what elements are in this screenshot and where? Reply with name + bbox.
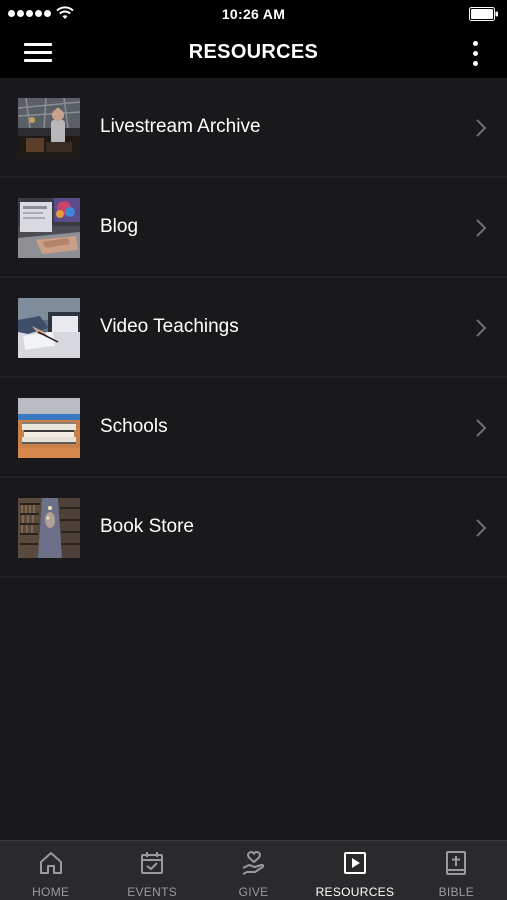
calendar-check-icon: [141, 852, 164, 874]
list-item-schools[interactable]: Schools: [0, 378, 507, 478]
resource-list: Livestream Archive Blog Video Teachings …: [0, 78, 507, 578]
chevron-right-icon: [476, 119, 487, 137]
chevron-right-icon: [476, 519, 487, 537]
home-icon: [39, 852, 62, 874]
list-item-label: Livestream Archive: [100, 116, 261, 137]
list-item-label: Blog: [100, 216, 139, 237]
list-item-label: Video Teachings: [100, 316, 239, 337]
list-item-label: Schools: [100, 416, 168, 437]
tab-label: HOME: [32, 885, 70, 899]
tab-label: EVENTS: [127, 885, 178, 899]
hand-heart-icon: [242, 851, 264, 875]
video-teachings-thumbnail: [18, 298, 80, 358]
list-item-livestream-archive[interactable]: Livestream Archive: [0, 78, 507, 178]
tab-bible[interactable]: BIBLE: [406, 841, 507, 900]
tab-resources[interactable]: RESOURCES: [304, 841, 405, 900]
book-store-thumbnail: [18, 498, 80, 558]
tab-give[interactable]: GIVE: [203, 841, 304, 900]
livestream-thumbnail: [18, 98, 80, 158]
page-title: RESOURCES: [188, 41, 319, 63]
tab-bar: HOME EVENTS GIVE RESOURCES BIBLE: [0, 840, 507, 900]
list-item-video-teachings[interactable]: Video Teachings: [0, 278, 507, 378]
schools-thumbnail: [18, 398, 80, 458]
list-item-blog[interactable]: Blog: [0, 178, 507, 278]
battery-icon: [469, 7, 498, 21]
status-time: 10:26 AM: [221, 6, 286, 22]
chevron-right-icon: [476, 219, 487, 237]
list-item-book-store[interactable]: Book Store: [0, 478, 507, 578]
more-options-icon[interactable]: [471, 40, 481, 68]
play-square-icon: [343, 852, 366, 874]
tab-events[interactable]: EVENTS: [101, 841, 202, 900]
bible-icon: [446, 851, 467, 875]
nav-bar: RESOURCES: [0, 28, 507, 78]
chevron-right-icon: [476, 319, 487, 337]
tab-label: GIVE: [238, 885, 269, 899]
blog-thumbnail: [18, 198, 80, 258]
tab-label: RESOURCES: [315, 885, 395, 899]
chevron-right-icon: [476, 419, 487, 437]
tab-home[interactable]: HOME: [0, 841, 101, 900]
list-item-label: Book Store: [100, 516, 194, 537]
tab-label: BIBLE: [438, 885, 475, 899]
status-bar: 10:26 AM: [0, 0, 507, 28]
